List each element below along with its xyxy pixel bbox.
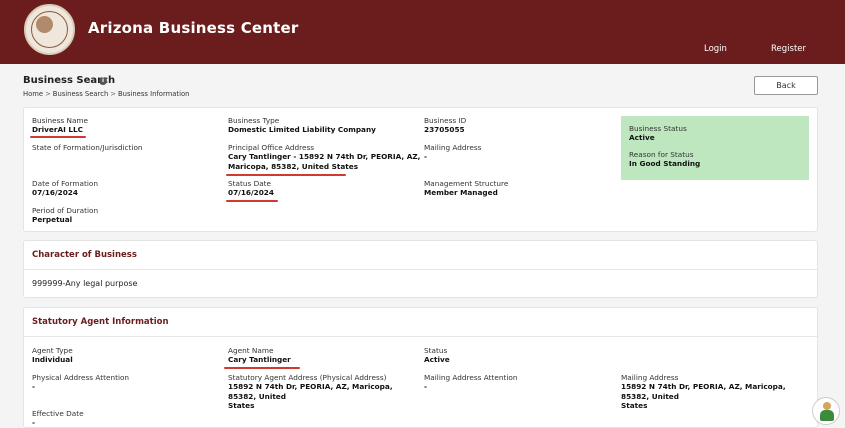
period-of-duration-field: Period of Duration Perpetual (32, 206, 98, 225)
business-status-panel: Business Status Active Reason for Status… (621, 116, 809, 180)
effective-date-field: Effective Date - (32, 409, 84, 428)
agent-status-label: Status (424, 346, 448, 355)
business-details-card: Business Name DriverAI LLC State of Form… (23, 107, 818, 232)
breadcrumb-business-information: Business Information (117, 90, 190, 98)
statutory-agent-card: Statutory Agent Information Agent Type I… (23, 307, 818, 428)
agent-name-field: Agent Name Cary Tantlinger (228, 346, 291, 365)
breadcrumb: Home > Business Search > Business Informatio… (23, 90, 189, 98)
management-structure-value: Member Managed (424, 188, 498, 197)
physical-address-attention-field: Physical Address Attention - (32, 373, 129, 392)
business-status-value: Active (629, 133, 655, 142)
agent-physical-address-field: Statutory Agent Address (Physical Addres… (228, 373, 418, 411)
character-of-business-card: Character of Business 999999-Any legal p… (23, 240, 818, 298)
mailing-address-label: Mailing Address (424, 143, 482, 152)
annotation-underline (224, 367, 300, 369)
mailing-address-field: Mailing Address - (424, 143, 481, 162)
business-id-label: Business ID (424, 116, 467, 125)
site-title[interactable]: Arizona Business Center (88, 19, 299, 37)
management-structure-field: Management Structure Member Managed (424, 179, 508, 198)
agent-mailing-address-line2: States (621, 401, 648, 410)
agent-name-value: Cary Tantlinger (228, 355, 291, 364)
agent-status-field: Status Active (424, 346, 450, 365)
info-icon[interactable]: i (99, 77, 107, 85)
breadcrumb-separator: > (110, 90, 116, 98)
physical-address-attention-label: Physical Address Attention (32, 373, 130, 382)
mailing-address-attention-label: Mailing Address Attention (424, 373, 518, 382)
breadcrumb-business-search[interactable]: Business Search (53, 90, 108, 98)
reason-for-status-value: In Good Standing (629, 159, 701, 168)
date-of-formation-label: Date of Formation (32, 179, 98, 188)
reason-for-status-label: Reason for Status (629, 150, 694, 159)
section-divider (24, 269, 817, 270)
business-type-value: Domestic Limited Liability Company (228, 125, 376, 134)
principal-office-label: Principal Office Address (228, 143, 315, 152)
status-date-label: Status Date (228, 179, 272, 188)
agent-type-label: Agent Type (32, 346, 73, 355)
business-type-label: Business Type (228, 116, 280, 125)
effective-date-value: - (32, 418, 36, 427)
assistant-avatar-icon[interactable] (812, 397, 840, 425)
agent-section-title: Statutory Agent Information (32, 317, 169, 327)
business-name-value: DriverAI LLC (32, 125, 84, 134)
character-value: 999999-Any legal purpose (32, 279, 138, 288)
business-status-field: Business Status Active (629, 124, 687, 143)
business-id-field: Business ID 23705055 (424, 116, 466, 135)
status-date-value: 07/16/2024 (228, 188, 274, 197)
period-of-duration-label: Period of Duration (32, 206, 99, 215)
period-of-duration-value: Perpetual (32, 215, 73, 224)
site-header: Arizona Business Center Login Register (0, 0, 845, 64)
business-name-field: Business Name DriverAI LLC (32, 116, 88, 135)
agent-mailing-address-field: Mailing Address 15892 N 74th Dr, PEORIA,… (621, 373, 811, 411)
physical-address-attention-value: - (32, 382, 36, 391)
mailing-address-attention-value: - (424, 382, 428, 391)
mailing-address-attention-field: Mailing Address Attention - (424, 373, 517, 392)
effective-date-label: Effective Date (32, 409, 84, 418)
mailing-address-value: - (424, 152, 428, 161)
agent-physical-address-line1: 15892 N 74th Dr, PEORIA, AZ, Maricopa, 8… (228, 382, 393, 401)
agent-status-value: Active (424, 355, 450, 364)
principal-office-field: Principal Office Address Cary Tantlinger… (228, 143, 420, 171)
character-section-title: Character of Business (32, 250, 137, 260)
state-of-formation-label: State of Formation/Jurisdiction (32, 143, 143, 152)
management-structure-label: Management Structure (424, 179, 509, 188)
agent-name-label: Agent Name (228, 346, 274, 355)
agent-physical-address-line2: States (228, 401, 255, 410)
reason-for-status-field: Reason for Status In Good Standing (629, 150, 700, 169)
business-name-label: Business Name (32, 116, 89, 125)
back-button[interactable]: Back (754, 76, 818, 95)
date-of-formation-value: 07/16/2024 (32, 188, 78, 197)
business-status-label: Business Status (629, 124, 687, 133)
principal-office-value-line1: Cary Tantlinger - 15892 N 74th Dr, PEORI… (228, 152, 421, 161)
business-type-field: Business Type Domestic Limited Liability… (228, 116, 376, 135)
agent-type-field: Agent Type Individual (32, 346, 73, 365)
state-seal-icon[interactable] (24, 4, 75, 55)
login-link[interactable]: Login (704, 44, 727, 54)
state-of-formation-field: State of Formation/Jurisdiction (32, 143, 143, 152)
status-date-field: Status Date 07/16/2024 (228, 179, 274, 198)
section-divider (24, 336, 817, 337)
breadcrumb-home[interactable]: Home (23, 90, 43, 98)
register-link[interactable]: Register (771, 44, 806, 54)
annotation-underline (30, 136, 86, 138)
annotation-underline (226, 174, 346, 176)
agent-type-value: Individual (32, 355, 73, 364)
business-id-value: 23705055 (424, 125, 465, 134)
annotation-underline (226, 200, 278, 202)
agent-mailing-address-label: Mailing Address (621, 373, 679, 382)
breadcrumb-separator: > (45, 90, 51, 98)
date-of-formation-field: Date of Formation 07/16/2024 (32, 179, 98, 198)
agent-mailing-address-line1: 15892 N 74th Dr, PEORIA, AZ, Maricopa, 8… (621, 382, 786, 401)
principal-office-value-line2: Maricopa, 85382, United States (228, 161, 359, 171)
agent-physical-address-label: Statutory Agent Address (Physical Addres… (228, 373, 387, 382)
